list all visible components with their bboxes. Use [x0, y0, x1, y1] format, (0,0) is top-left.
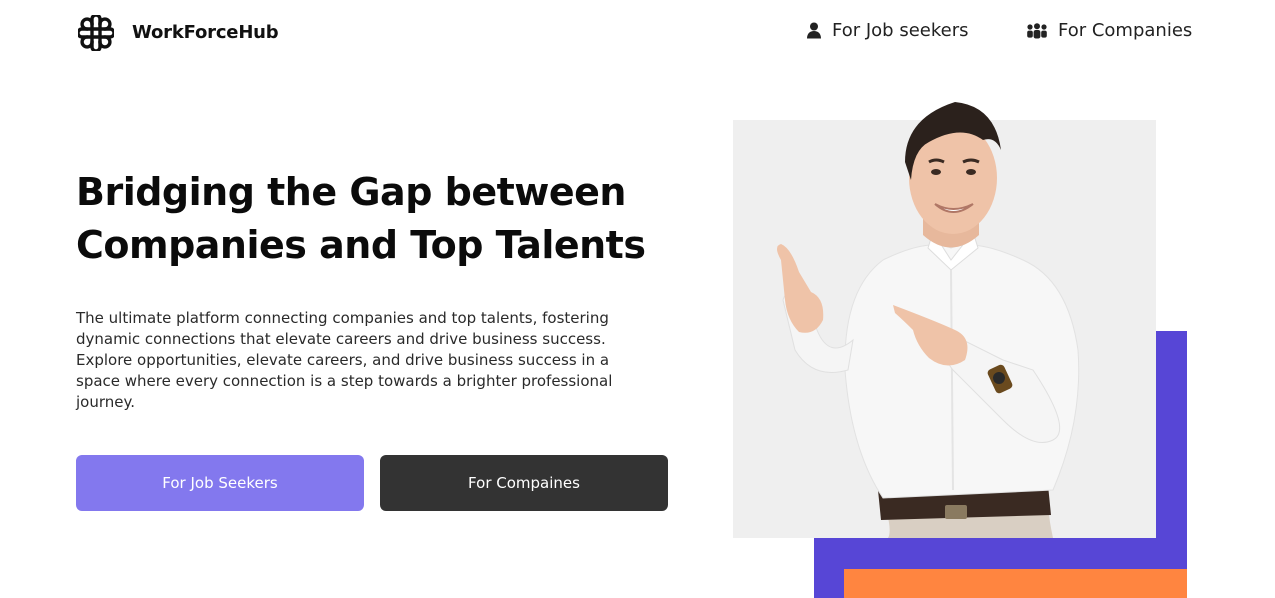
hero-headline: Bridging the Gap between Companies and T…: [76, 166, 676, 272]
decorative-purple-block: [814, 331, 1187, 598]
nav-for-companies[interactable]: For Companies: [1026, 20, 1192, 41]
nav-companies-label: For Companies: [1058, 20, 1193, 41]
decorative-orange-block: [844, 569, 1187, 598]
for-companies-button[interactable]: For Compaines: [380, 455, 668, 511]
headline-line-2: Companies and Top Talents: [76, 223, 646, 267]
nav-for-job-seekers[interactable]: For Job seekers: [806, 20, 968, 41]
headline-line-1: Bridging the Gap between: [76, 170, 626, 214]
group-icon: [1027, 22, 1047, 38]
brand-name[interactable]: WorkForceHub: [132, 22, 279, 43]
nav-job-seekers-label: For Job seekers: [832, 20, 969, 41]
workforcehub-logo-icon[interactable]: [78, 15, 114, 51]
site-header: WorkForceHub For Job seekers For Compani…: [0, 0, 1275, 68]
for-job-seekers-button[interactable]: For Job Seekers: [76, 455, 364, 511]
hero-photo: [733, 102, 1156, 538]
person-icon: [807, 22, 821, 39]
smiling-man-pointing-photo: [777, 102, 1080, 538]
hero-description: The ultimate platform connecting compani…: [76, 309, 613, 411]
